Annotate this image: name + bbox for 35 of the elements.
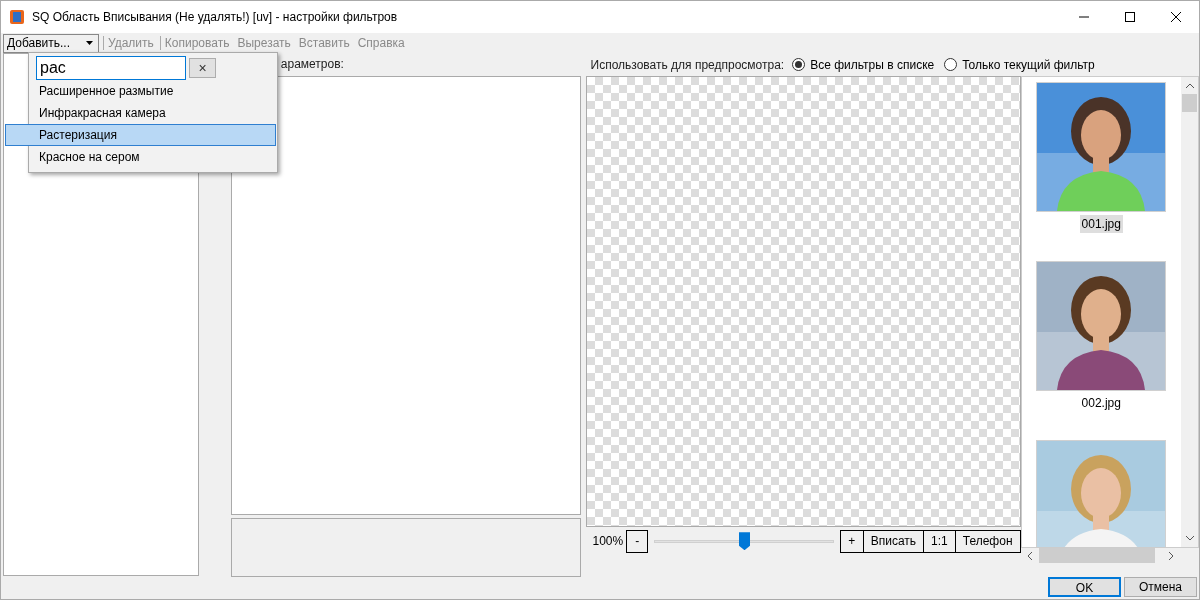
dialog-button[interactable]: OK — [1048, 577, 1121, 597]
scroll-thumb[interactable] — [1182, 94, 1197, 112]
zoom-reading: 100% — [592, 533, 624, 551]
menu-item[interactable]: Растеризация — [5, 124, 276, 146]
radio-option[interactable]: Все фильтры в списке — [792, 55, 935, 74]
scroll-thumb[interactable] — [1038, 548, 1155, 563]
scroll-right-icon[interactable] — [1169, 551, 1174, 560]
zoom-mode-button[interactable]: 1:1 — [923, 529, 956, 553]
zoom-mode-button[interactable]: Вписать — [862, 529, 925, 553]
dialog-button[interactable]: Отмена — [1124, 577, 1197, 597]
zoom-out-button[interactable]: - — [626, 529, 649, 553]
preview-label: Использовать для предпросмотра: — [590, 56, 785, 74]
menu-item[interactable]: Расширенное размытие — [5, 80, 276, 102]
menu-item[interactable]: Красное на сером — [5, 146, 276, 168]
thumbnail-caption: 001.jpg — [1079, 215, 1123, 233]
vertical-scrollbar[interactable] — [1181, 77, 1198, 547]
scroll-left-icon[interactable] — [1026, 551, 1032, 560]
params-label: араметров: — [280, 56, 344, 74]
slider-thumb[interactable] — [739, 532, 750, 551]
caret-icon — [86, 41, 93, 45]
zoom-mode-button[interactable]: Телефон — [954, 529, 1021, 553]
radio-option[interactable]: Только текущий фильтр — [944, 55, 1095, 74]
maximize-icon — [1125, 12, 1135, 22]
zoom-in-button[interactable]: + — [839, 529, 864, 553]
window-title: SQ Область Вписывания (Не удалять!) [uv] - настройки фильтров — [32, 9, 398, 26]
menu-item[interactable]: Инфракрасная камера — [5, 102, 276, 124]
scroll-up-icon[interactable] — [1185, 83, 1194, 88]
close-icon — [1171, 12, 1181, 22]
app-icon — [9, 9, 25, 25]
radio-button[interactable] — [792, 58, 806, 71]
radio-button[interactable] — [944, 58, 958, 71]
scroll-down-icon[interactable] — [1185, 536, 1194, 541]
add-button[interactable]: Добавить... — [3, 33, 99, 53]
search-field[interactable]: рас — [36, 55, 186, 80]
clear-button[interactable]: × — [189, 57, 216, 78]
